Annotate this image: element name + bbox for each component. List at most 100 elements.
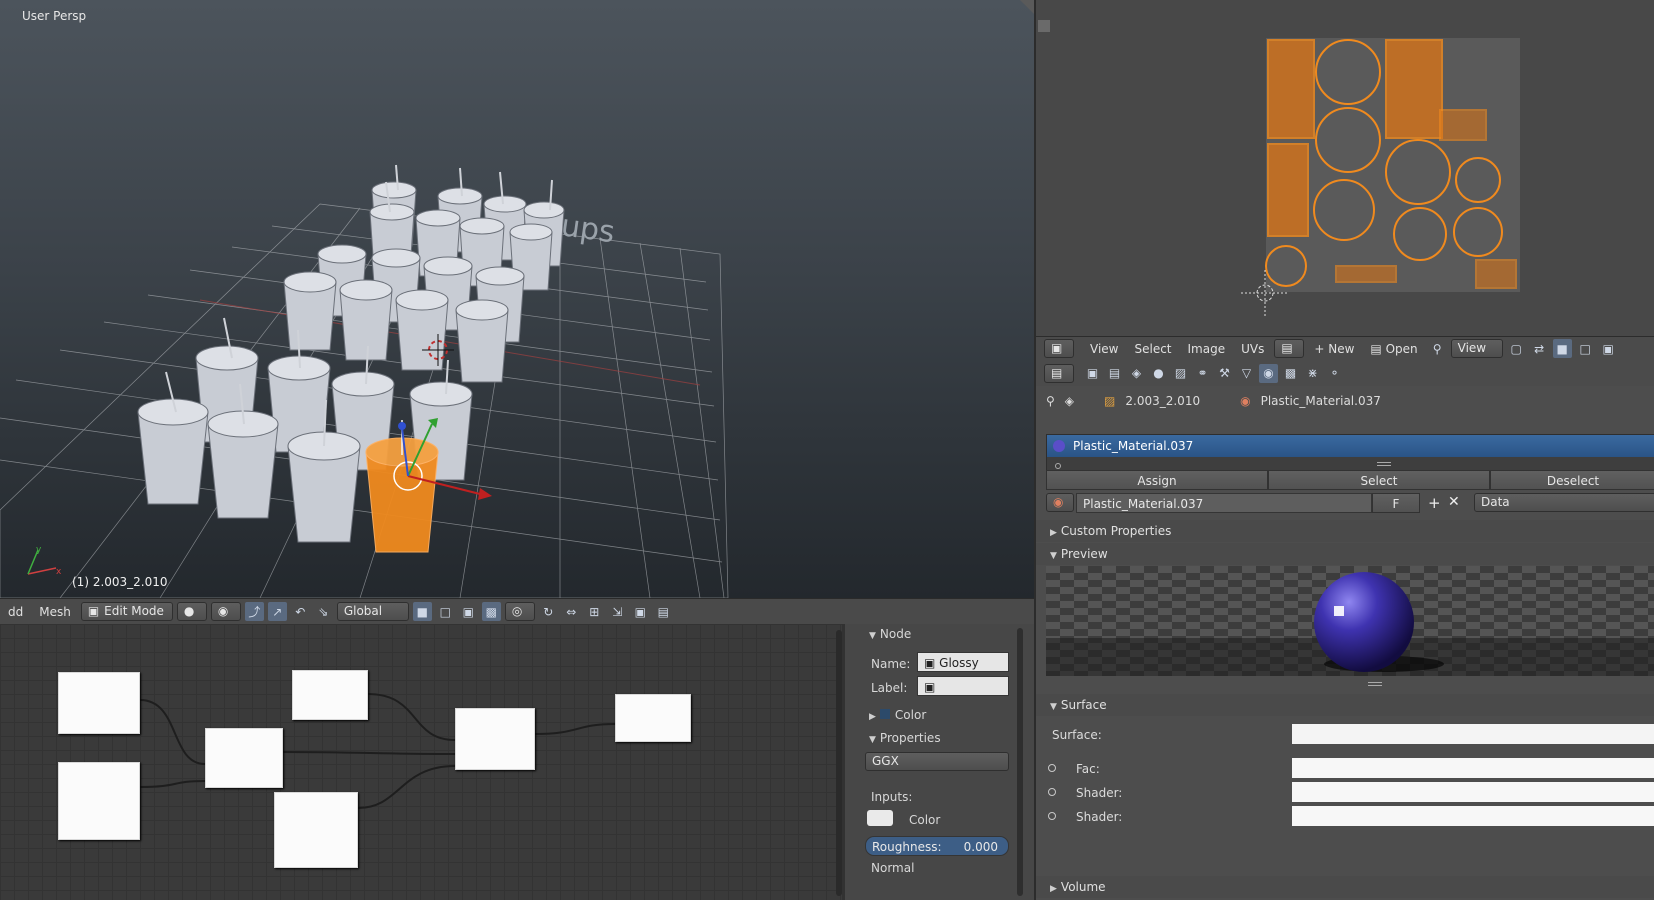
surface-shader-field[interactable]: [1292, 724, 1654, 744]
object-tab-icon[interactable]: ▨: [1171, 364, 1190, 383]
node-2[interactable]: [58, 762, 140, 840]
mesh-menu[interactable]: Mesh: [33, 602, 77, 622]
node-1[interactable]: [58, 672, 140, 734]
uv-view-menu[interactable]: View: [1084, 339, 1124, 359]
properties-editor-type-dropdown[interactable]: ▤: [1044, 363, 1074, 383]
node-5[interactable]: [274, 792, 358, 868]
uv-image-menu[interactable]: Image: [1182, 339, 1232, 359]
distribution-dropdown[interactable]: GGX: [865, 752, 1009, 771]
fac-socket-icon[interactable]: [1048, 764, 1056, 772]
node-6[interactable]: [455, 708, 535, 770]
surface-panel[interactable]: ▼ Surface: [1036, 694, 1654, 716]
particles-tab-icon[interactable]: ⋇: [1303, 364, 1322, 383]
vertex-select-icon[interactable]: ■: [412, 602, 432, 621]
material-browse-dropdown[interactable]: ◉: [1046, 493, 1074, 512]
shader2-socket-icon[interactable]: [1048, 812, 1056, 820]
view-mode-dropdown[interactable]: View: [1450, 339, 1503, 358]
proportional-editing-dropdown[interactable]: ◎: [504, 602, 535, 621]
node-name-field[interactable]: ▣ Glossy BSD...: [917, 652, 1009, 690]
node-editor-scrollbar[interactable]: [836, 630, 842, 896]
uv-vertex-select-icon[interactable]: ■: [1552, 339, 1572, 358]
fac-field[interactable]: [1292, 758, 1654, 778]
roughness-slider[interactable]: Roughness: 0.000: [865, 836, 1009, 856]
material-tab-icon[interactable]: ◉: [1259, 363, 1278, 383]
collapse-triangle-icon: ▼: [869, 735, 876, 745]
manipulator-toggle-icon[interactable]: ⤴: [244, 602, 264, 621]
color-swatch[interactable]: [867, 810, 893, 826]
data-tab-icon[interactable]: ▽: [1237, 364, 1256, 383]
preview-resize-handle[interactable]: [1368, 682, 1382, 686]
edge-select-icon[interactable]: □: [436, 602, 455, 621]
world-tab-icon[interactable]: ●: [1149, 364, 1168, 383]
new-material-icon[interactable]: +: [1428, 494, 1441, 512]
list-filter-icon[interactable]: [1055, 463, 1061, 469]
new-image-button[interactable]: + New: [1308, 339, 1360, 359]
texture-tab-icon[interactable]: ▩: [1281, 364, 1300, 383]
link-dropdown[interactable]: Data: [1474, 493, 1654, 512]
properties-panel-header[interactable]: ▼ Properties: [869, 731, 941, 745]
list-resize-handle[interactable]: [1377, 462, 1391, 466]
mode-selector[interactable]: ▣ Edit Mode: [80, 602, 173, 621]
modifiers-tab-icon[interactable]: ⚒: [1215, 364, 1234, 383]
deselect-button[interactable]: Deselect: [1490, 470, 1654, 490]
preview-panel[interactable]: ▼ Preview: [1036, 543, 1654, 565]
add-menu[interactable]: dd: [2, 602, 29, 622]
image-browse-dropdown[interactable]: ▤: [1274, 339, 1305, 358]
open-image-button[interactable]: ▤ Open: [1364, 339, 1423, 359]
render-tab-icon[interactable]: ▣: [1083, 364, 1102, 383]
volume-panel[interactable]: ▶ Volume: [1036, 876, 1654, 898]
select-button[interactable]: Select: [1268, 470, 1490, 490]
color-input-label: Color: [909, 813, 941, 827]
material-slot-selected[interactable]: Plastic_Material.037: [1047, 435, 1654, 457]
snap-icon[interactable]: ↻: [539, 602, 558, 621]
snap-element-icon[interactable]: ⊞: [585, 602, 604, 621]
snap-target-icon[interactable]: ⇔: [562, 602, 581, 621]
render-layers-tab-icon[interactable]: ▤: [1105, 364, 1124, 383]
sync-selection-icon[interactable]: ⇄: [1530, 339, 1549, 358]
rotate-icon[interactable]: ↶: [291, 602, 310, 621]
viewport-shading-dropdown[interactable]: ●: [176, 602, 207, 621]
clapper-icon[interactable]: ▤: [654, 602, 673, 621]
scene-tab-icon[interactable]: ◈: [1127, 364, 1146, 383]
node-panel-scrollbar[interactable]: [1017, 628, 1023, 896]
physics-tab-icon[interactable]: ⚬: [1325, 364, 1344, 383]
node-7[interactable]: [615, 694, 691, 742]
render-icon[interactable]: ⇲: [608, 602, 627, 621]
uv-edge-select-icon[interactable]: □: [1576, 339, 1595, 358]
node-panel-header[interactable]: ▼ Node: [869, 627, 911, 641]
render-slot-icon[interactable]: ▢: [1507, 339, 1526, 358]
node-editor[interactable]: [0, 624, 842, 900]
assign-button[interactable]: Assign: [1046, 470, 1268, 490]
unlink-material-icon[interactable]: ✕: [1448, 494, 1460, 510]
pivot-point-dropdown[interactable]: ◉: [210, 602, 241, 621]
scale-icon[interactable]: ⇘: [314, 602, 333, 621]
material-slot-name: Plastic_Material.037: [1073, 439, 1194, 453]
shader1-field[interactable]: [1292, 782, 1654, 802]
distribution-value: GGX: [872, 754, 899, 768]
translate-icon[interactable]: ↗: [267, 602, 287, 621]
uv-face-select-icon[interactable]: ▣: [1599, 339, 1618, 358]
node-4[interactable]: [292, 670, 368, 720]
limit-selection-icon[interactable]: ▩: [481, 602, 501, 621]
pin-icon[interactable]: ⚲: [1046, 394, 1055, 408]
3d-viewport[interactable]: ups x y User Persp (1) 2.003_2.010: [0, 0, 1034, 598]
camera-icon[interactable]: ▣: [631, 602, 650, 621]
collapse-triangle-icon: ▼: [1050, 702, 1057, 712]
color-panel-header[interactable]: ▶ Color: [869, 708, 926, 722]
shader2-field[interactable]: [1292, 806, 1654, 826]
constraints-tab-icon[interactable]: ⚭: [1193, 364, 1212, 383]
fake-user-button[interactable]: F: [1372, 493, 1420, 513]
node-label-field[interactable]: ▣: [917, 676, 1009, 696]
node-3[interactable]: [205, 728, 283, 788]
pin-icon[interactable]: ⚲: [1428, 339, 1447, 358]
uv-uvs-menu[interactable]: UVs: [1235, 339, 1270, 359]
uv-image-editor[interactable]: [1034, 0, 1654, 336]
face-select-icon[interactable]: ▣: [459, 602, 478, 621]
color-checkbox[interactable]: [879, 709, 890, 719]
custom-properties-panel[interactable]: ▶ Custom Properties: [1036, 520, 1654, 542]
editor-type-dropdown[interactable]: ▣: [1044, 339, 1074, 358]
uv-select-menu[interactable]: Select: [1128, 339, 1177, 359]
shader1-socket-icon[interactable]: [1048, 788, 1056, 796]
transform-orientation-dropdown[interactable]: Global: [336, 602, 409, 621]
material-name-field[interactable]: Plastic_Material.037: [1076, 493, 1372, 513]
